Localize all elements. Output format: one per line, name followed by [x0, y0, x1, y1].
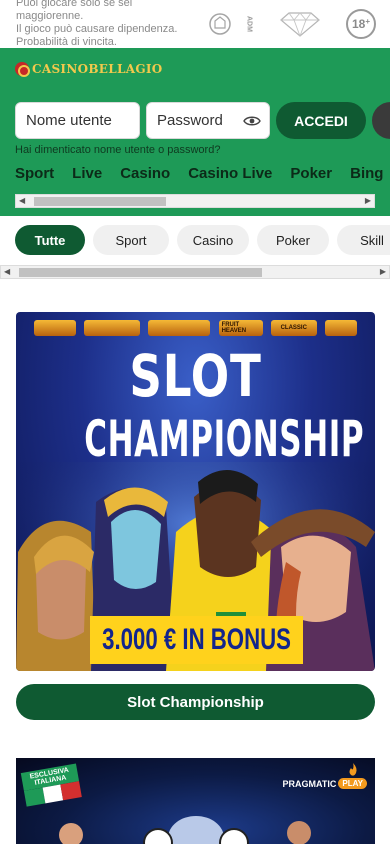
disclaimer-line: Puoi giocare solo se sei: [16, 0, 133, 9]
nav-item-poker[interactable]: Poker: [290, 165, 332, 182]
scroll-right-arrow-icon[interactable]: ▶: [380, 268, 386, 276]
password-placeholder: Password: [157, 112, 223, 129]
pragmatic-play-logo: PRAGMATIC PLAY: [283, 778, 367, 789]
login-form: Nome utente Password ACCEDI: [15, 102, 390, 140]
age-plus: +: [365, 16, 371, 26]
partner-logo: CLASSIC: [270, 320, 317, 336]
republic-emblem-icon: [207, 8, 233, 40]
site-header: CASINOBELLAGIO Nome utente Password ACCE…: [0, 48, 390, 216]
trophy-illustration: [143, 816, 249, 844]
partner-logo: [84, 320, 141, 336]
adm-diamond-icon: [276, 8, 324, 40]
host-right-portrait: [287, 821, 311, 844]
provider-name: PRAGMATIC: [282, 778, 337, 789]
brand-mark-icon: [15, 62, 30, 77]
disclaimer-line: Probabilità di vincita.: [16, 36, 117, 48]
pragmatic-promo-banner[interactable]: ESCLUSIVA ITALIANA PRAGMATIC PLAY: [16, 758, 375, 844]
brand-name: CASINOBELLAGIO: [32, 62, 163, 76]
disclaimer-line: Il gioco può causare dipendenza.: [16, 23, 178, 35]
slot-championship-button[interactable]: Slot Championship: [16, 684, 375, 720]
nav-item-casino[interactable]: Casino: [120, 165, 170, 182]
adm-label: ADM: [245, 16, 253, 32]
scroll-left-arrow-icon[interactable]: ◀: [19, 197, 25, 205]
partner-logos: FRUIT HEAVEN CLASSIC: [34, 320, 357, 336]
gambling-disclaimer: Puoi giocare solo se sei maggiorenne. Il…: [16, 0, 201, 48]
password-input[interactable]: Password: [146, 102, 270, 139]
category-filters: Tutte Sport Casino Poker Skill: [15, 225, 390, 255]
username-input[interactable]: Nome utente: [15, 102, 140, 139]
nav-item-sport[interactable]: Sport: [15, 165, 54, 182]
chip-poker[interactable]: Poker: [257, 225, 329, 255]
partner-logo: [324, 320, 357, 336]
promo-title-line2: CHAMPIONSHIP: [84, 410, 365, 468]
filters-scrollbar[interactable]: ◀ ▶: [0, 265, 390, 279]
diamond-svg: [280, 12, 320, 37]
nav-scrollbar-thumb[interactable]: [34, 197, 166, 206]
chip-skill[interactable]: Skill: [337, 225, 390, 255]
emblem-svg: [209, 13, 231, 35]
brand-logo[interactable]: CASINOBELLAGIO: [15, 62, 163, 77]
nav-item-casino-live[interactable]: Casino Live: [188, 165, 272, 182]
age-label: 18: [351, 17, 366, 31]
bonus-amount-label: 3.000 € IN BONUS: [90, 616, 303, 664]
adm-logo: ADM: [242, 8, 256, 40]
disclaimer-line: maggiorenne.: [16, 10, 84, 22]
nav-item-live[interactable]: Live: [72, 165, 102, 182]
partner-logo: FRUIT HEAVEN: [218, 320, 263, 336]
chip-casino[interactable]: Casino: [177, 225, 249, 255]
show-password-eye-icon[interactable]: [243, 115, 261, 127]
chip-sport[interactable]: Sport: [93, 225, 169, 255]
partner-logo: [148, 320, 211, 336]
main-nav: Sport Live Casino Casino Live Poker Bing: [15, 165, 383, 182]
disclaimer-bar: Puoi giocare solo se sei maggiorenne. Il…: [0, 0, 390, 48]
partner-logo: [34, 320, 76, 336]
username-placeholder: Nome utente: [26, 112, 112, 129]
age-18-badge: 18 +: [346, 9, 376, 39]
forgot-credentials-link[interactable]: Hai dimenticato nome utente o password?: [15, 144, 220, 156]
nav-item-bingo[interactable]: Bing: [350, 165, 383, 182]
scroll-left-arrow-icon[interactable]: ◀: [4, 268, 10, 276]
chip-tutte[interactable]: Tutte: [15, 225, 85, 255]
pragmatic-flame-icon: [349, 763, 357, 776]
scroll-right-arrow-icon[interactable]: ▶: [365, 197, 371, 205]
nav-scrollbar[interactable]: ◀ ▶: [15, 194, 375, 208]
esclusiva-italiana-badge: ESCLUSIVA ITALIANA: [20, 763, 83, 814]
filters-scrollbar-thumb[interactable]: [19, 268, 262, 277]
flag-red: [60, 781, 82, 801]
promo-title-line1: SLOT: [129, 342, 262, 410]
register-button[interactable]: [372, 102, 390, 139]
login-button[interactable]: ACCEDI: [276, 102, 366, 139]
slot-championship-banner[interactable]: FRUIT HEAVEN CLASSIC SLOT CHAMPIONSHIP 3…: [16, 312, 375, 671]
bonus-text: 3.000 € IN BONUS: [102, 623, 291, 656]
host-left-portrait: [59, 823, 83, 844]
provider-play: PLAY: [338, 778, 367, 789]
